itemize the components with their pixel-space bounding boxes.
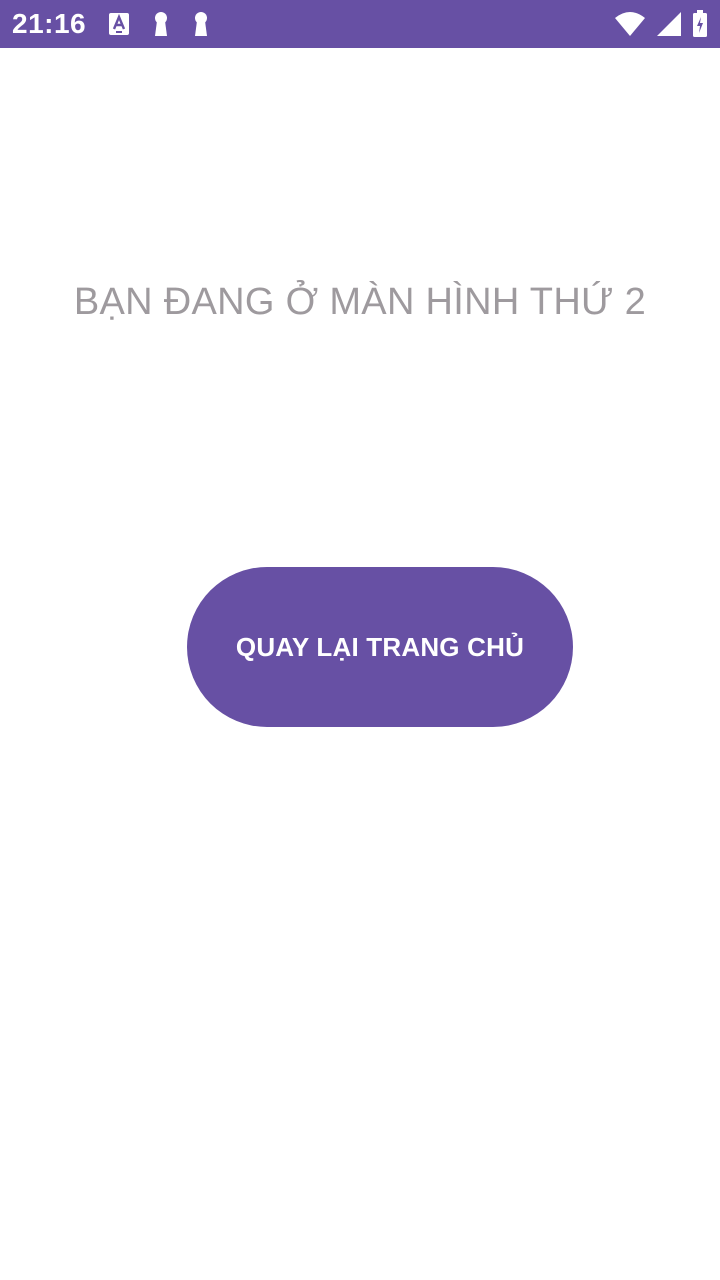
screen: 21:16 BẠN ĐANG Ở MÀN HÌNH THỨ 2 QUAY LẠI… bbox=[0, 0, 720, 1280]
notification-icons bbox=[108, 11, 210, 37]
screen-title: BẠN ĐANG Ở MÀN HÌNH THỨ 2 bbox=[73, 281, 647, 323]
keyhole-icon bbox=[192, 11, 210, 37]
keyhole-icon bbox=[152, 11, 170, 37]
status-bar: 21:16 bbox=[0, 0, 720, 48]
cell-signal-icon bbox=[656, 11, 682, 37]
battery-charging-icon bbox=[692, 10, 708, 38]
wifi-icon bbox=[614, 11, 646, 37]
text-a-icon bbox=[108, 12, 130, 36]
back-to-home-button-label: QUAY LẠI TRANG CHỦ bbox=[235, 631, 525, 662]
status-time: 21:16 bbox=[12, 8, 87, 39]
back-to-home-button[interactable]: QUAY LẠI TRANG CHỦ bbox=[187, 567, 573, 727]
system-icons bbox=[614, 10, 708, 38]
